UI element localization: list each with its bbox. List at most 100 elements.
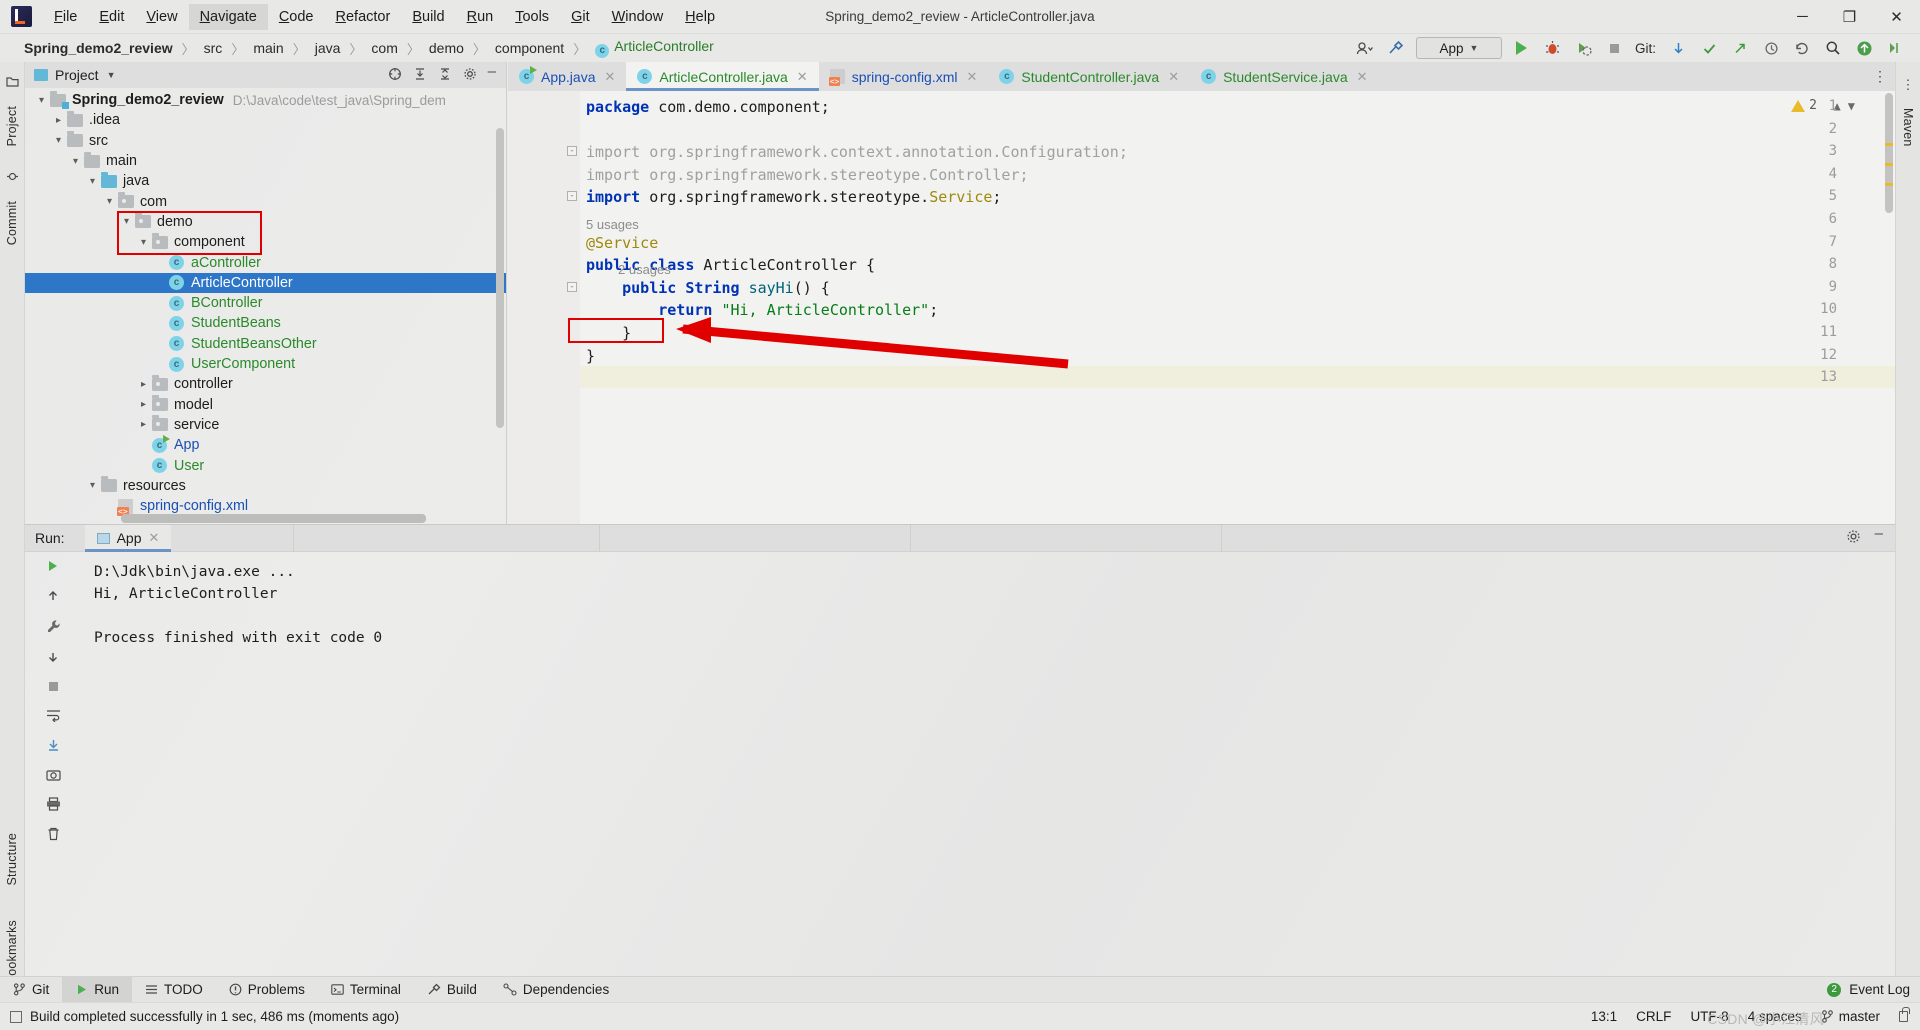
editor-marker-warning-2[interactable]: [1885, 163, 1893, 166]
sidebar-item-structure[interactable]: Structure: [5, 833, 19, 886]
git-push-icon[interactable]: [1729, 37, 1751, 59]
chevron-down-icon[interactable]: ▾: [67, 156, 84, 167]
editor-tab-spring-config-xml[interactable]: spring-config.xml ✕: [819, 62, 989, 91]
chevron-down-icon[interactable]: ▾: [84, 176, 101, 187]
menu-view[interactable]: View: [135, 4, 188, 30]
bottom-tab-todo[interactable]: TODO: [132, 977, 216, 1003]
bottom-tab-build[interactable]: Build: [414, 977, 490, 1003]
caret-position[interactable]: 13:1: [1591, 1009, 1617, 1024]
project-toggle-icon[interactable]: [5, 75, 19, 91]
editor-tab-studentcontroller-java[interactable]: c StudentController.java ✕: [988, 62, 1190, 91]
code-editor[interactable]: 2 ▲ ▼ 1 2 3 4 5 6 7 8 9 10 11 12 13 package com.demo.…: [508, 91, 1895, 524]
menu-git[interactable]: Git: [560, 4, 601, 30]
code-fold-icon[interactable]: -: [567, 191, 577, 202]
menu-tools[interactable]: Tools: [504, 4, 560, 30]
stop-button[interactable]: [1604, 37, 1626, 59]
project-tree-scrollbar-vertical[interactable]: [496, 128, 504, 428]
run-button[interactable]: [1511, 37, 1533, 59]
tree-node-com[interactable]: ▾ com: [25, 192, 506, 212]
more-tabs-icon[interactable]: ⋮: [1873, 68, 1887, 85]
commit-toggle-icon[interactable]: [6, 170, 19, 186]
chevron-down-icon[interactable]: ▾: [84, 480, 101, 491]
tree-node-studentbeans[interactable]: c StudentBeans: [25, 313, 506, 333]
editor-tab-studentservice-java[interactable]: c StudentService.java ✕: [1190, 62, 1378, 91]
settings-gear-icon[interactable]: [463, 67, 477, 84]
chevron-right-icon[interactable]: ▸: [135, 419, 152, 430]
chevron-right-icon[interactable]: ▸: [135, 379, 152, 390]
console-output[interactable]: D:\Jdk\bin\java.exe ... Hi, ArticleContro…: [81, 552, 1895, 844]
breadcrumb-item-src[interactable]: src: [202, 40, 225, 56]
tree-node-bcontroller[interactable]: c BController: [25, 293, 506, 313]
ide-update-icon[interactable]: [1853, 37, 1875, 59]
bottom-tab-problems[interactable]: Problems: [216, 977, 318, 1003]
close-button[interactable]: ✕: [1873, 0, 1920, 34]
camera-icon[interactable]: [45, 768, 61, 784]
editor-scrollbar-thumb[interactable]: [1885, 93, 1893, 213]
chevron-right-icon[interactable]: ▸: [50, 115, 67, 126]
close-tab-icon[interactable]: ✕: [604, 69, 615, 85]
scroll-to-end-icon[interactable]: [46, 738, 61, 755]
line-separator[interactable]: CRLF: [1636, 1009, 1671, 1024]
search-icon-2[interactable]: [1884, 37, 1906, 59]
search-everywhere-icon[interactable]: [1822, 37, 1844, 59]
git-rollback-icon[interactable]: [1791, 37, 1813, 59]
rerun-icon[interactable]: [46, 559, 60, 576]
close-icon[interactable]: ✕: [149, 530, 160, 546]
close-tab-icon[interactable]: ✕: [797, 69, 808, 85]
breadcrumb-item-spring_demo2_review[interactable]: Spring_demo2_review: [22, 40, 175, 56]
chevron-down-icon[interactable]: ▾: [135, 237, 152, 248]
breadcrumb-item-component[interactable]: component: [493, 40, 566, 56]
chevron-down-icon-inspect[interactable]: ▼: [1848, 99, 1855, 113]
menu-run[interactable]: Run: [456, 4, 505, 30]
bottom-tab-terminal[interactable]: Terminal: [318, 977, 414, 1003]
soft-wrap-icon[interactable]: [46, 709, 61, 725]
menu-file[interactable]: File: [43, 4, 88, 30]
git-commit-icon[interactable]: [1698, 37, 1720, 59]
menu-edit[interactable]: Edit: [88, 4, 135, 30]
scroll-down-icon[interactable]: [46, 650, 60, 667]
breadcrumb-item-articlecontroller[interactable]: c ArticleController: [593, 38, 716, 58]
close-tab-icon[interactable]: ✕: [1168, 69, 1179, 85]
menu-refactor[interactable]: Refactor: [325, 4, 402, 30]
sidebar-item-bookmarks[interactable]: Bookmarks: [5, 920, 19, 984]
tree-node-articlecontroller[interactable]: c ArticleController: [25, 272, 506, 293]
editor-marker-warning-1[interactable]: [1885, 143, 1893, 146]
sidebar-item-project[interactable]: Project: [5, 106, 19, 146]
locate-file-icon[interactable]: [388, 67, 402, 84]
git-history-icon[interactable]: [1760, 37, 1782, 59]
expand-all-icon[interactable]: [413, 67, 427, 84]
menu-navigate[interactable]: Navigate: [188, 3, 268, 30]
tree-node-resources[interactable]: ▾ resources: [25, 476, 506, 496]
tree-node-demo[interactable]: ▾ demo: [25, 212, 506, 232]
breadcrumb-item-main[interactable]: main: [251, 40, 285, 56]
editor-scrollbar[interactable]: [1883, 91, 1895, 524]
breadcrumb-item-java[interactable]: java: [313, 40, 343, 56]
wrench-icon[interactable]: [46, 619, 61, 637]
run-with-coverage-button[interactable]: [1573, 37, 1595, 59]
code-fold-icon[interactable]: -: [567, 146, 577, 157]
debug-button[interactable]: [1542, 37, 1564, 59]
sidebar-item-commit[interactable]: Commit: [5, 201, 19, 245]
usage-hint[interactable]: 2 usages: [618, 262, 671, 277]
usage-hint[interactable]: 5 usages: [586, 217, 639, 232]
breadcrumb-item-demo[interactable]: demo: [427, 40, 466, 56]
tree-node-src[interactable]: ▾ src: [25, 131, 506, 151]
scroll-up-icon[interactable]: [46, 589, 60, 606]
print-icon[interactable]: [46, 797, 61, 814]
chevron-down-icon[interactable]: ▾: [33, 95, 50, 106]
lock-icon[interactable]: [1899, 1007, 1910, 1022]
sidebar-item-maven[interactable]: Maven: [1901, 108, 1915, 147]
settings-gear-icon-run[interactable]: [1846, 529, 1861, 547]
chevron-down-icon[interactable]: ▾: [101, 196, 118, 207]
project-tree-scrollbar-horizontal[interactable]: [121, 514, 426, 523]
chevron-down-icon-project[interactable]: ▼: [107, 70, 116, 80]
tree-node-model[interactable]: ▸ model: [25, 395, 506, 415]
tree-node--idea[interactable]: ▸ .idea: [25, 110, 506, 130]
event-log-label[interactable]: Event Log: [1849, 982, 1910, 997]
hide-run-panel-icon[interactable]: ‒: [1875, 526, 1883, 547]
menu-build[interactable]: Build: [401, 4, 455, 30]
build-hammer-icon[interactable]: [1385, 37, 1407, 59]
editor-tab-app-java[interactable]: c App.java ✕: [508, 62, 626, 91]
bottom-tab-dependencies[interactable]: Dependencies: [490, 977, 622, 1003]
clear-all-icon[interactable]: [47, 827, 60, 844]
